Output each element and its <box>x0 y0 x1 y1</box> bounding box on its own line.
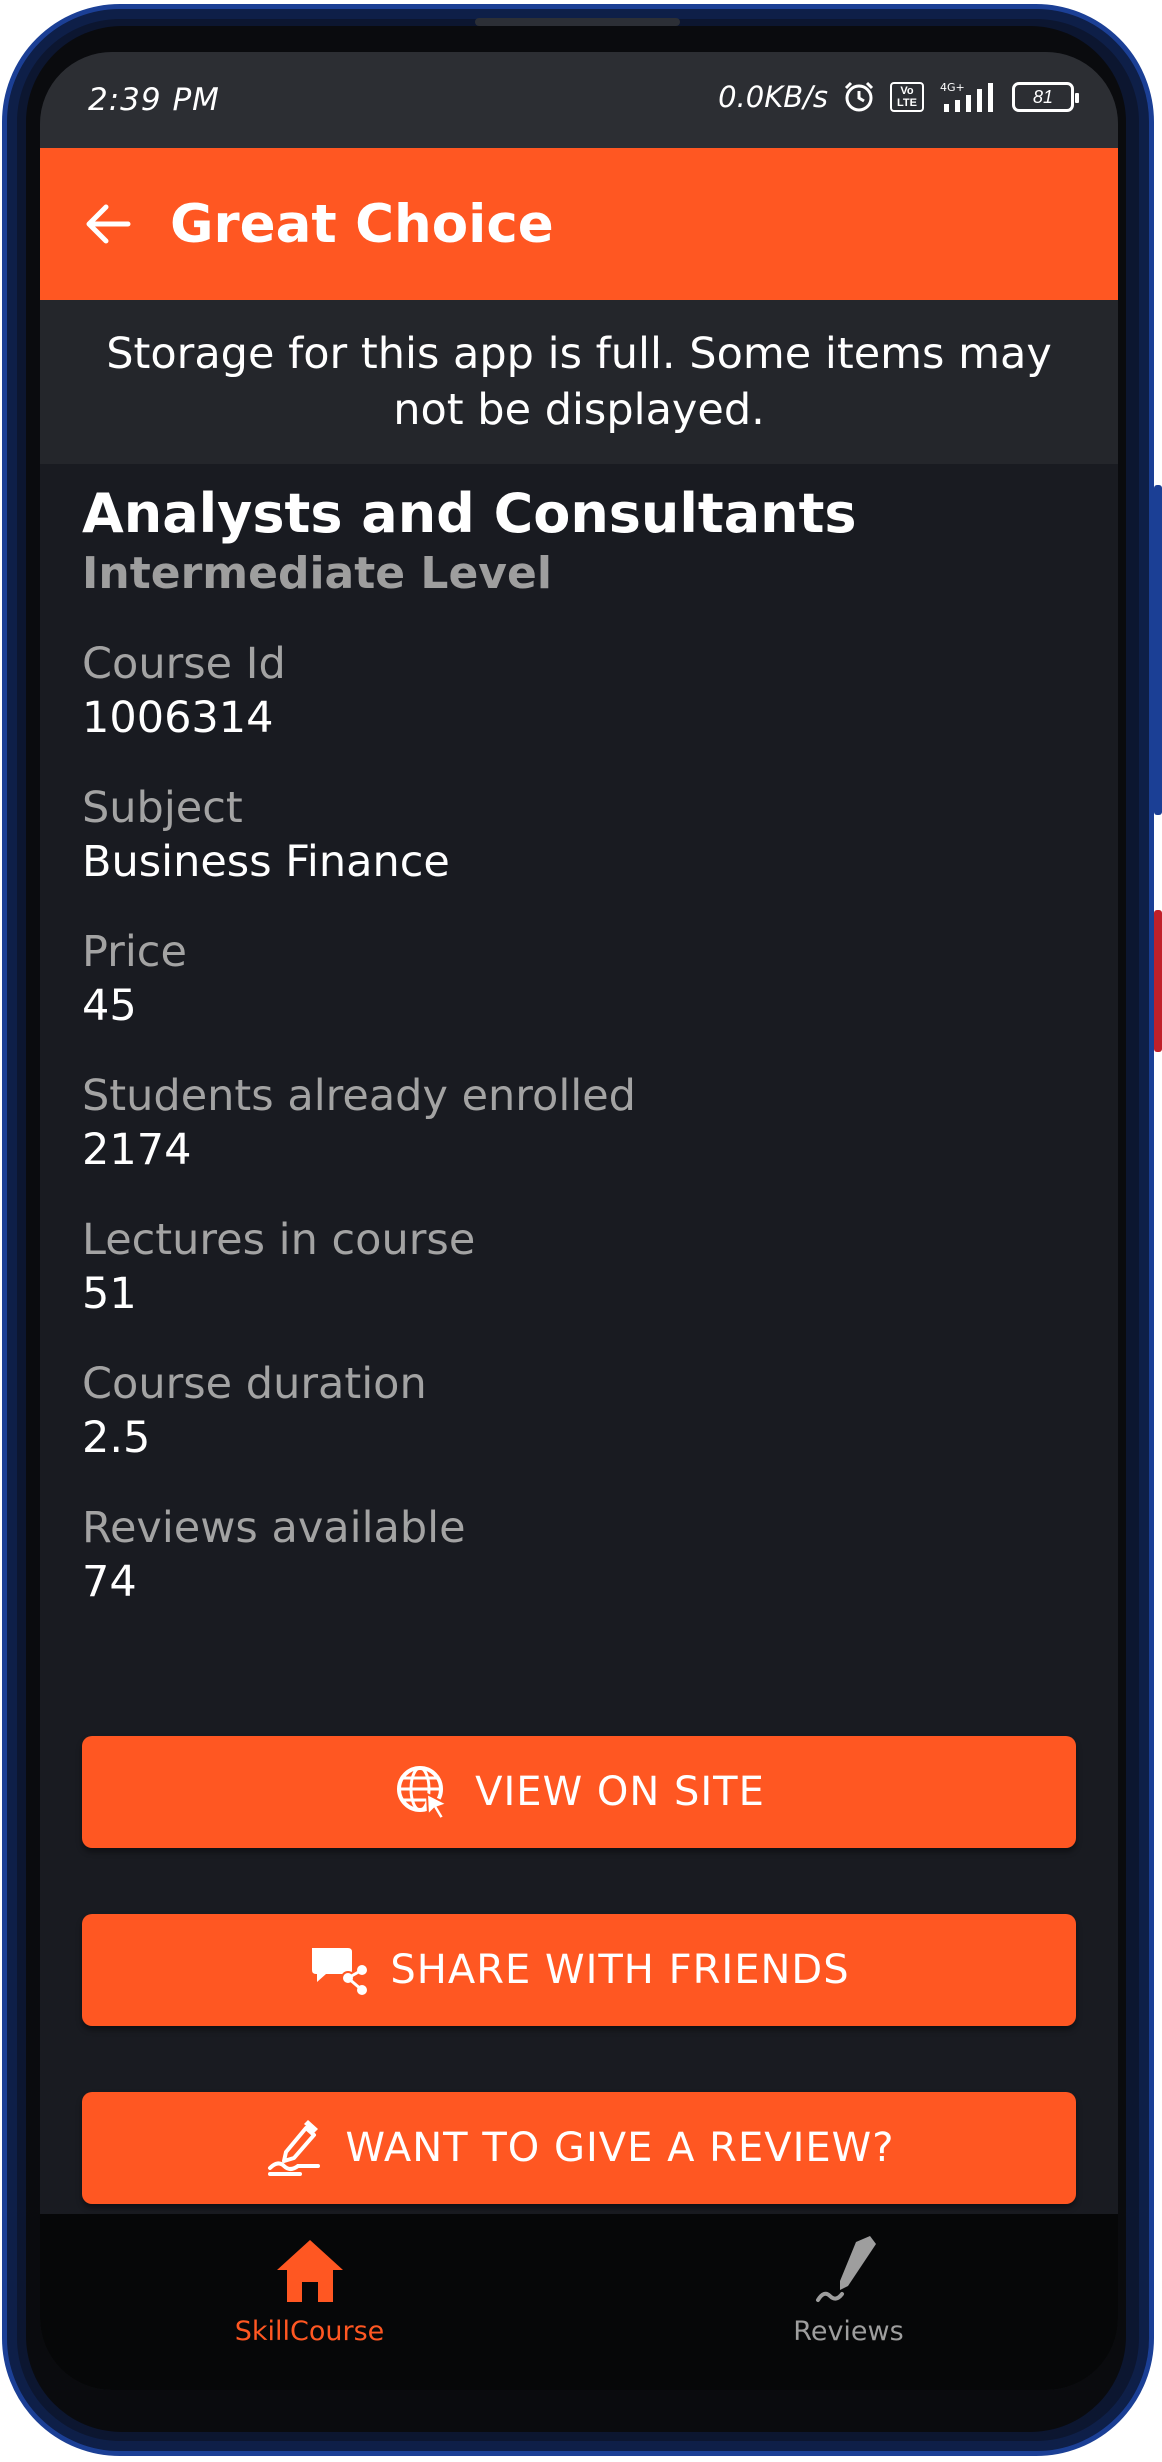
volume-button <box>1154 485 1162 815</box>
alarm-icon <box>842 80 876 114</box>
field-value: 2174 <box>82 1125 192 1175</box>
battery-icon: 81 <box>1012 82 1079 112</box>
field-label: Reviews available <box>82 1503 466 1553</box>
phone-speaker <box>475 18 680 26</box>
view-on-site-label: VIEW ON SITE <box>475 1769 765 1815</box>
field-reviews-available: Reviews available 74 <box>82 1502 1076 1610</box>
field-label: Lectures in course <box>82 1215 476 1265</box>
field-subject: Subject Business Finance <box>82 782 1076 890</box>
net-speed: 0.0KB/s <box>718 80 828 114</box>
power-button <box>1154 910 1162 1052</box>
status-bar: 2:39 PM 0.0KB/s Vo LTE 4G+ 81 <box>40 52 1118 148</box>
course-title-clipped <box>82 464 1076 482</box>
give-review-label: WANT TO GIVE A REVIEW? <box>345 2125 895 2171</box>
app-bar: Great Choice <box>40 148 1118 300</box>
nav-label: Reviews <box>793 2316 904 2347</box>
field-value: 1006314 <box>82 693 274 743</box>
share-with-friends-button[interactable]: SHARE WITH FRIENDS <box>82 1914 1076 2026</box>
field-price: Price 45 <box>82 926 1076 1034</box>
banner-text-line1: Storage for this app is full. Some items… <box>106 329 1052 379</box>
arrow-left-icon[interactable] <box>80 196 136 252</box>
phone-screen: 2:39 PM 0.0KB/s Vo LTE 4G+ 81 Great Choi… <box>40 52 1118 2390</box>
course-title: Analysts and Consultants <box>82 482 857 545</box>
pen-icon <box>815 2236 876 2302</box>
volte-icon: Vo LTE <box>890 82 924 112</box>
field-value: 74 <box>82 1557 137 1607</box>
course-level: Intermediate Level <box>82 548 552 599</box>
field-value: 45 <box>82 981 137 1031</box>
globe-cursor-icon <box>397 1766 450 1821</box>
battery-level: 81 <box>1032 86 1054 107</box>
field-lectures: Lectures in course 51 <box>82 1214 1076 1322</box>
nav-item-skillcourse[interactable]: SkillCourse <box>40 2214 579 2390</box>
field-label: Course Id <box>82 639 286 689</box>
field-label: Price <box>82 927 187 977</box>
field-label: Subject <box>82 783 243 833</box>
status-time: 2:39 PM <box>88 82 220 118</box>
course-details: Analysts and Consultants Intermediate Le… <box>82 464 1076 1610</box>
field-course-id: Course Id 1006314 <box>82 638 1076 746</box>
field-value: Business Finance <box>82 837 450 887</box>
network-type-label: 4G+ <box>940 81 965 94</box>
field-duration: Course duration 2.5 <box>82 1358 1076 1466</box>
nav-label: SkillCourse <box>234 2316 385 2347</box>
home-icon <box>276 2240 343 2302</box>
pen-sign-icon <box>267 2120 320 2176</box>
page-title: Great Choice <box>170 193 554 255</box>
chat-share-icon <box>312 1948 368 1995</box>
give-review-button[interactable]: WANT TO GIVE A REVIEW? <box>82 2092 1076 2204</box>
bottom-navigation: SkillCourse Reviews <box>40 2214 1118 2390</box>
field-label: Students already enrolled <box>82 1071 636 1121</box>
signal-icon: 4G+ <box>938 80 998 114</box>
status-icons: 0.0KB/s Vo LTE 4G+ 81 <box>718 80 1079 114</box>
banner-text-line2: not be displayed. <box>393 385 765 435</box>
field-students-enrolled: Students already enrolled 2174 <box>82 1070 1076 1178</box>
field-value: 51 <box>82 1269 137 1319</box>
nav-item-reviews[interactable]: Reviews <box>579 2214 1118 2390</box>
field-value: 2.5 <box>82 1413 151 1463</box>
share-label: SHARE WITH FRIENDS <box>390 1947 850 1993</box>
storage-full-banner: Storage for this app is full. Some items… <box>40 300 1118 464</box>
view-on-site-button[interactable]: VIEW ON SITE <box>82 1736 1076 1848</box>
field-label: Course duration <box>82 1359 427 1409</box>
